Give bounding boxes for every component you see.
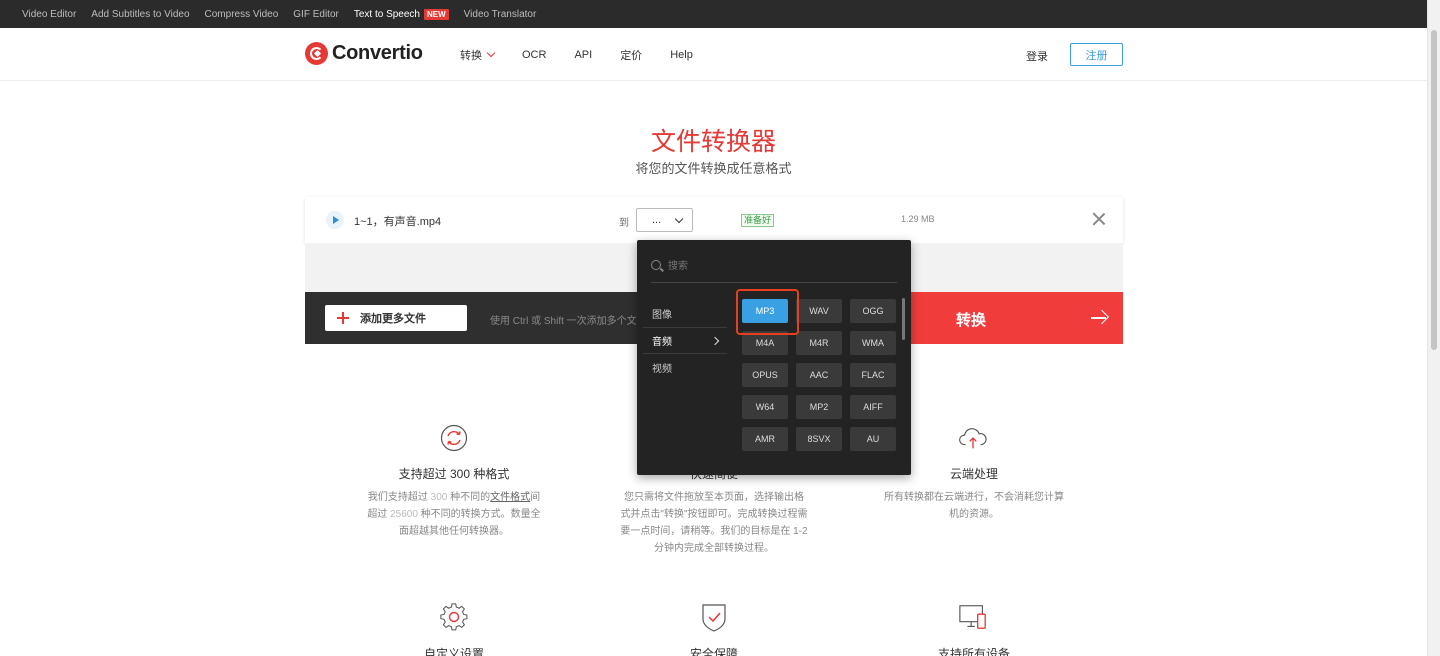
site-header: Convertio 转换 OCR API 定价 Help 登录 注册 bbox=[0, 28, 1427, 81]
main-nav: 转换 OCR API 定价 Help bbox=[460, 28, 721, 81]
chevron-down-icon bbox=[486, 48, 496, 57]
format-option-8svx[interactable]: 8SVX bbox=[796, 427, 842, 451]
page-subtitle: 将您的文件转换成任意格式 bbox=[635, 161, 792, 176]
format-option-w64[interactable]: W64 bbox=[742, 395, 788, 419]
file-row: 1~1，有声音.mp4 到 ... 准备好 1.29 MB bbox=[305, 197, 1123, 243]
top-bar: Video Editor Add Subtitles to Video Comp… bbox=[0, 0, 1427, 28]
gear-icon bbox=[440, 603, 468, 631]
refresh-icon bbox=[440, 424, 468, 452]
feature-title-security: 安全保障 bbox=[689, 647, 738, 656]
feature-title-custom: 自定义设置 bbox=[423, 647, 484, 656]
format-grid: MP3 WAV OGG M4A M4R WMA OPUS AAC FLAC W6… bbox=[742, 299, 898, 451]
format-option-au[interactable]: AU bbox=[850, 427, 896, 451]
file-formats-link[interactable]: 文件格式 bbox=[490, 492, 530, 503]
format-option-ogg[interactable]: OGG bbox=[850, 299, 896, 323]
category-image[interactable]: 图像 bbox=[643, 300, 727, 327]
nav-convert[interactable]: 转换 bbox=[460, 47, 496, 63]
plus-icon bbox=[337, 312, 349, 324]
format-category-list: 图像 音频 视频 bbox=[643, 300, 727, 381]
convertio-logo-icon bbox=[305, 42, 328, 65]
feature-title-devices: 支持所有设备 bbox=[937, 647, 1010, 656]
cloud-upload-icon bbox=[959, 428, 987, 449]
chevron-right-icon bbox=[710, 336, 720, 346]
nav-pricing[interactable]: 定价 bbox=[620, 47, 642, 63]
add-more-files-label: 添加更多文件 bbox=[360, 313, 426, 325]
format-option-m4a[interactable]: M4A bbox=[742, 331, 788, 355]
feature-desc-formats: 我们支持超过 300 种不同的文件格式间超过 25600 种不同的转换方式。数量… bbox=[367, 492, 541, 537]
nav-help[interactable]: Help bbox=[670, 49, 693, 61]
format-option-wav[interactable]: WAV bbox=[796, 299, 842, 323]
file-size: 1.29 MB bbox=[901, 214, 935, 224]
category-audio-label: 音频 bbox=[652, 337, 672, 348]
format-option-m4r[interactable]: M4R bbox=[796, 331, 842, 355]
nav-ocr[interactable]: OCR bbox=[522, 49, 546, 61]
output-format-select[interactable]: ... bbox=[636, 208, 693, 232]
page-title: 文件转换器 bbox=[650, 128, 776, 156]
add-more-files-button[interactable]: 添加更多文件 bbox=[325, 305, 467, 331]
topbar-link-text-to-speech[interactable]: Text to Speech NEW bbox=[353, 8, 449, 20]
format-option-aiff[interactable]: AIFF bbox=[850, 395, 896, 419]
signup-button[interactable]: 注册 bbox=[1070, 43, 1123, 66]
convert-button-label: 转换 bbox=[956, 312, 987, 329]
logo[interactable]: Convertio bbox=[305, 42, 423, 65]
topbar-link-text-to-speech-label: Text to Speech bbox=[353, 8, 420, 20]
login-link[interactable]: 登录 bbox=[1026, 48, 1048, 64]
output-format-value: ... bbox=[652, 214, 662, 226]
category-audio[interactable]: 音频 bbox=[643, 327, 727, 354]
search-icon bbox=[651, 260, 661, 270]
topbar-link-video-translator[interactable]: Video Translator bbox=[464, 9, 537, 20]
shield-icon bbox=[702, 604, 726, 632]
nav-convert-label: 转换 bbox=[460, 49, 482, 62]
file-name: 1~1，有声音.mp4 bbox=[354, 216, 442, 228]
topbar-link-compress-video[interactable]: Compress Video bbox=[205, 9, 279, 20]
format-option-amr[interactable]: AMR bbox=[742, 427, 788, 451]
format-option-flac[interactable]: FLAC bbox=[850, 363, 896, 387]
convert-button[interactable]: 转换 bbox=[911, 292, 1123, 344]
play-icon[interactable] bbox=[326, 211, 344, 229]
topbar-link-add-subtitles[interactable]: Add Subtitles to Video bbox=[91, 9, 189, 20]
topbar-link-video-editor[interactable]: Video Editor bbox=[22, 9, 76, 20]
feature-desc-fast: 您只需将文件拖放至本页面，选择输出格式并点击"转换"按钮即可。完成转换过程需要一… bbox=[620, 492, 808, 554]
format-search-input[interactable] bbox=[668, 257, 888, 275]
devices-icon bbox=[959, 605, 986, 629]
panel-scrollbar[interactable] bbox=[902, 298, 905, 340]
to-label: 到 bbox=[619, 218, 629, 229]
category-video[interactable]: 视频 bbox=[643, 354, 727, 381]
status-badge: 准备好 bbox=[741, 214, 775, 227]
page-scrollbar[interactable] bbox=[1427, 0, 1440, 656]
logo-text: Convertio bbox=[332, 42, 423, 64]
feature-desc-cloud: 所有转换都在云端进行，不会消耗您计算机的资源。 bbox=[884, 492, 1064, 520]
remove-file-close-icon[interactable] bbox=[1092, 212, 1106, 226]
feature-title-formats: 支持超过 300 种格式 bbox=[398, 467, 510, 481]
format-search bbox=[651, 252, 897, 283]
arrow-right-icon bbox=[1091, 310, 1107, 326]
format-option-opus[interactable]: OPUS bbox=[742, 363, 788, 387]
nav-api[interactable]: API bbox=[574, 49, 592, 61]
format-option-mp3[interactable]: MP3 bbox=[742, 299, 788, 323]
format-option-mp2[interactable]: MP2 bbox=[796, 395, 842, 419]
format-dropdown-panel: 图像 音频 视频 MP3 WAV OGG M4A M4R WMA OPUS AA… bbox=[637, 240, 911, 475]
topbar-link-gif-editor[interactable]: GIF Editor bbox=[293, 9, 339, 20]
new-badge: NEW bbox=[424, 8, 449, 20]
page-scrollbar-thumb[interactable] bbox=[1431, 30, 1437, 350]
format-option-wma[interactable]: WMA bbox=[850, 331, 896, 355]
format-option-aac[interactable]: AAC bbox=[796, 363, 842, 387]
chevron-down-icon bbox=[674, 214, 684, 224]
multi-select-hint: 使用 Ctrl 或 Shift 一次添加多个文件 bbox=[490, 316, 636, 327]
